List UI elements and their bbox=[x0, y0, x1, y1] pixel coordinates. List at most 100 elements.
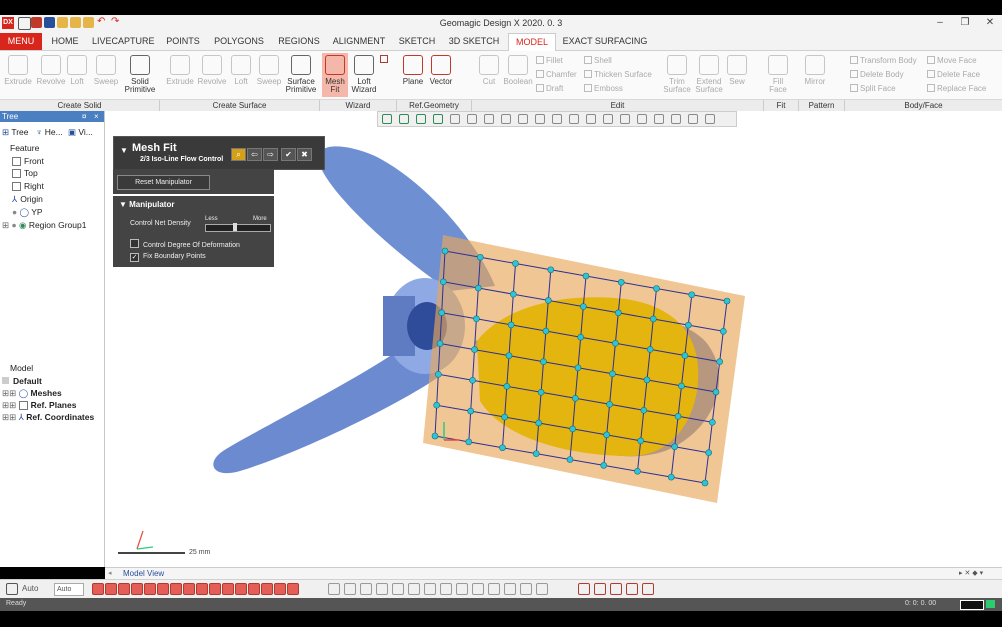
control-point[interactable] bbox=[435, 371, 442, 378]
emboss-button[interactable]: Emboss bbox=[584, 84, 623, 93]
control-point[interactable] bbox=[580, 303, 587, 310]
control-point[interactable] bbox=[634, 467, 641, 475]
control-point[interactable] bbox=[640, 407, 648, 414]
control-point[interactable] bbox=[433, 401, 440, 409]
surface-loft-button[interactable]: Loft bbox=[228, 53, 254, 97]
tree-item-region-group[interactable]: ⊞ ● ◉ Region Group1 bbox=[2, 220, 86, 231]
control-point[interactable] bbox=[431, 432, 439, 440]
control-point[interactable] bbox=[637, 437, 644, 445]
tab-history[interactable]: ♆ He... bbox=[36, 127, 63, 137]
selection-mode-icon[interactable] bbox=[261, 583, 273, 595]
tab-sketch[interactable]: SKETCH bbox=[396, 33, 438, 50]
selection-mode-icon[interactable] bbox=[118, 583, 130, 595]
selection-mode-icon[interactable] bbox=[248, 583, 260, 595]
control-point[interactable] bbox=[469, 377, 476, 384]
selection-filter-option-icon[interactable] bbox=[456, 583, 468, 595]
selection-filter-option-icon[interactable] bbox=[328, 583, 340, 595]
selection-filter-option-icon[interactable] bbox=[392, 583, 404, 595]
viewport-menu-icon[interactable]: ▸ ✕ ◆ ▾ bbox=[959, 569, 983, 577]
selection-mode-icon[interactable] bbox=[222, 583, 234, 595]
boolean-button[interactable]: Boolean bbox=[502, 53, 534, 97]
expand-icon[interactable]: ⊞⊞ bbox=[2, 400, 16, 410]
tab-3d-sketch[interactable]: 3D SKETCH bbox=[446, 33, 502, 50]
control-point[interactable] bbox=[465, 438, 473, 446]
control-point[interactable] bbox=[606, 401, 613, 408]
model-item-meshes[interactable]: ⊞⊞ ◯ Meshes bbox=[2, 388, 62, 399]
tab-model[interactable]: MODEL bbox=[508, 33, 556, 51]
control-point[interactable] bbox=[436, 340, 444, 347]
selection-mode-icon[interactable] bbox=[157, 583, 169, 595]
fill-face-button[interactable]: Fill Face bbox=[766, 53, 790, 97]
control-point[interactable] bbox=[609, 370, 616, 378]
control-point[interactable] bbox=[674, 413, 682, 420]
control-point[interactable] bbox=[540, 358, 547, 365]
control-point[interactable] bbox=[688, 291, 696, 299]
ok-check-icon[interactable]: ✔ bbox=[281, 148, 296, 161]
density-slider-thumb[interactable] bbox=[233, 223, 237, 231]
cut-button[interactable]: Cut bbox=[476, 53, 502, 97]
control-point[interactable] bbox=[440, 278, 447, 286]
collapse-icon[interactable]: ▼ bbox=[120, 146, 128, 155]
control-point[interactable] bbox=[617, 278, 625, 286]
control-point[interactable] bbox=[532, 450, 540, 457]
selection-filter-option-icon[interactable] bbox=[472, 583, 484, 595]
display-option-icon[interactable] bbox=[642, 583, 654, 595]
chamfer-button[interactable]: Chamfer bbox=[536, 70, 577, 79]
expand-icon[interactable]: ⊞⊞ bbox=[2, 388, 16, 398]
control-point[interactable] bbox=[507, 321, 515, 329]
selection-filter-option-icon[interactable] bbox=[520, 583, 532, 595]
control-point[interactable] bbox=[473, 315, 480, 323]
control-point[interactable] bbox=[547, 266, 555, 274]
tree-item-origin[interactable]: ⅄ Origin bbox=[12, 194, 43, 205]
expand-icon[interactable]: ⊞⊞ bbox=[2, 412, 16, 422]
tab-tree[interactable]: ⊞ Tree bbox=[2, 127, 29, 138]
selection-filter-option-icon[interactable] bbox=[344, 583, 356, 595]
density-slider[interactable] bbox=[205, 224, 271, 232]
solid-loft-button[interactable]: Loft bbox=[64, 53, 90, 97]
tab-regions[interactable]: REGIONS bbox=[275, 33, 323, 50]
solid-sweep-button[interactable]: Sweep bbox=[92, 53, 120, 97]
thicken-surface-button[interactable]: Thicken Surface bbox=[584, 70, 652, 79]
control-point[interactable] bbox=[505, 352, 513, 359]
preview-icon[interactable]: ⌕ bbox=[231, 148, 246, 161]
selection-mode-icon[interactable] bbox=[287, 583, 299, 595]
control-point[interactable] bbox=[603, 431, 610, 439]
tree-item-front[interactable]: Front bbox=[12, 156, 44, 166]
control-point[interactable] bbox=[701, 479, 709, 487]
control-point[interactable] bbox=[653, 285, 660, 292]
control-point[interactable] bbox=[600, 462, 608, 469]
solid-extrude-button[interactable]: Extrude bbox=[2, 53, 34, 97]
solid-primitive-button[interactable]: Solid Primitive bbox=[121, 53, 159, 97]
selection-filter-option-icon[interactable] bbox=[424, 583, 436, 595]
control-point[interactable] bbox=[716, 358, 723, 365]
selection-filter-option-icon[interactable] bbox=[376, 583, 388, 595]
tab-menu[interactable]: MENU bbox=[0, 33, 42, 50]
selection-filter-option-icon[interactable] bbox=[360, 583, 372, 595]
display-option-icon[interactable] bbox=[578, 583, 590, 595]
control-point[interactable] bbox=[438, 309, 445, 316]
delete-face-button[interactable]: Delete Face bbox=[927, 70, 980, 79]
reset-manipulator-button[interactable]: Reset Manipulator bbox=[117, 175, 210, 190]
control-point[interactable] bbox=[615, 309, 622, 317]
tab-home[interactable]: HOME bbox=[46, 33, 84, 50]
selection-filter-option-icon[interactable] bbox=[504, 583, 516, 595]
extend-surface-button[interactable]: Extend Surface bbox=[694, 53, 724, 97]
maximize-button[interactable]: ❐ bbox=[955, 17, 975, 28]
control-point[interactable] bbox=[681, 352, 689, 359]
model-view-tab[interactable]: Model View bbox=[123, 569, 164, 578]
control-point[interactable] bbox=[712, 388, 720, 396]
trim-surface-button[interactable]: Trim Surface bbox=[662, 53, 692, 97]
checkbox[interactable] bbox=[130, 239, 139, 248]
color-swatch-black[interactable] bbox=[960, 600, 984, 610]
selection-mode-icon[interactable] bbox=[92, 583, 104, 595]
tab-view[interactable]: ▣ Vi... bbox=[68, 127, 93, 138]
tab-points[interactable]: POINTS bbox=[162, 33, 204, 50]
selection-filter-option-icon[interactable] bbox=[536, 583, 548, 595]
control-point[interactable] bbox=[572, 395, 579, 402]
selection-mode-icon[interactable] bbox=[209, 583, 221, 595]
surface-primitive-button[interactable]: Surface Primitive bbox=[283, 53, 319, 97]
control-point[interactable] bbox=[512, 260, 519, 267]
minimize-button[interactable]: – bbox=[930, 17, 950, 28]
pin-icon[interactable]: ¤ bbox=[82, 111, 86, 122]
tab-alignment[interactable]: ALIGNMENT bbox=[330, 33, 388, 50]
